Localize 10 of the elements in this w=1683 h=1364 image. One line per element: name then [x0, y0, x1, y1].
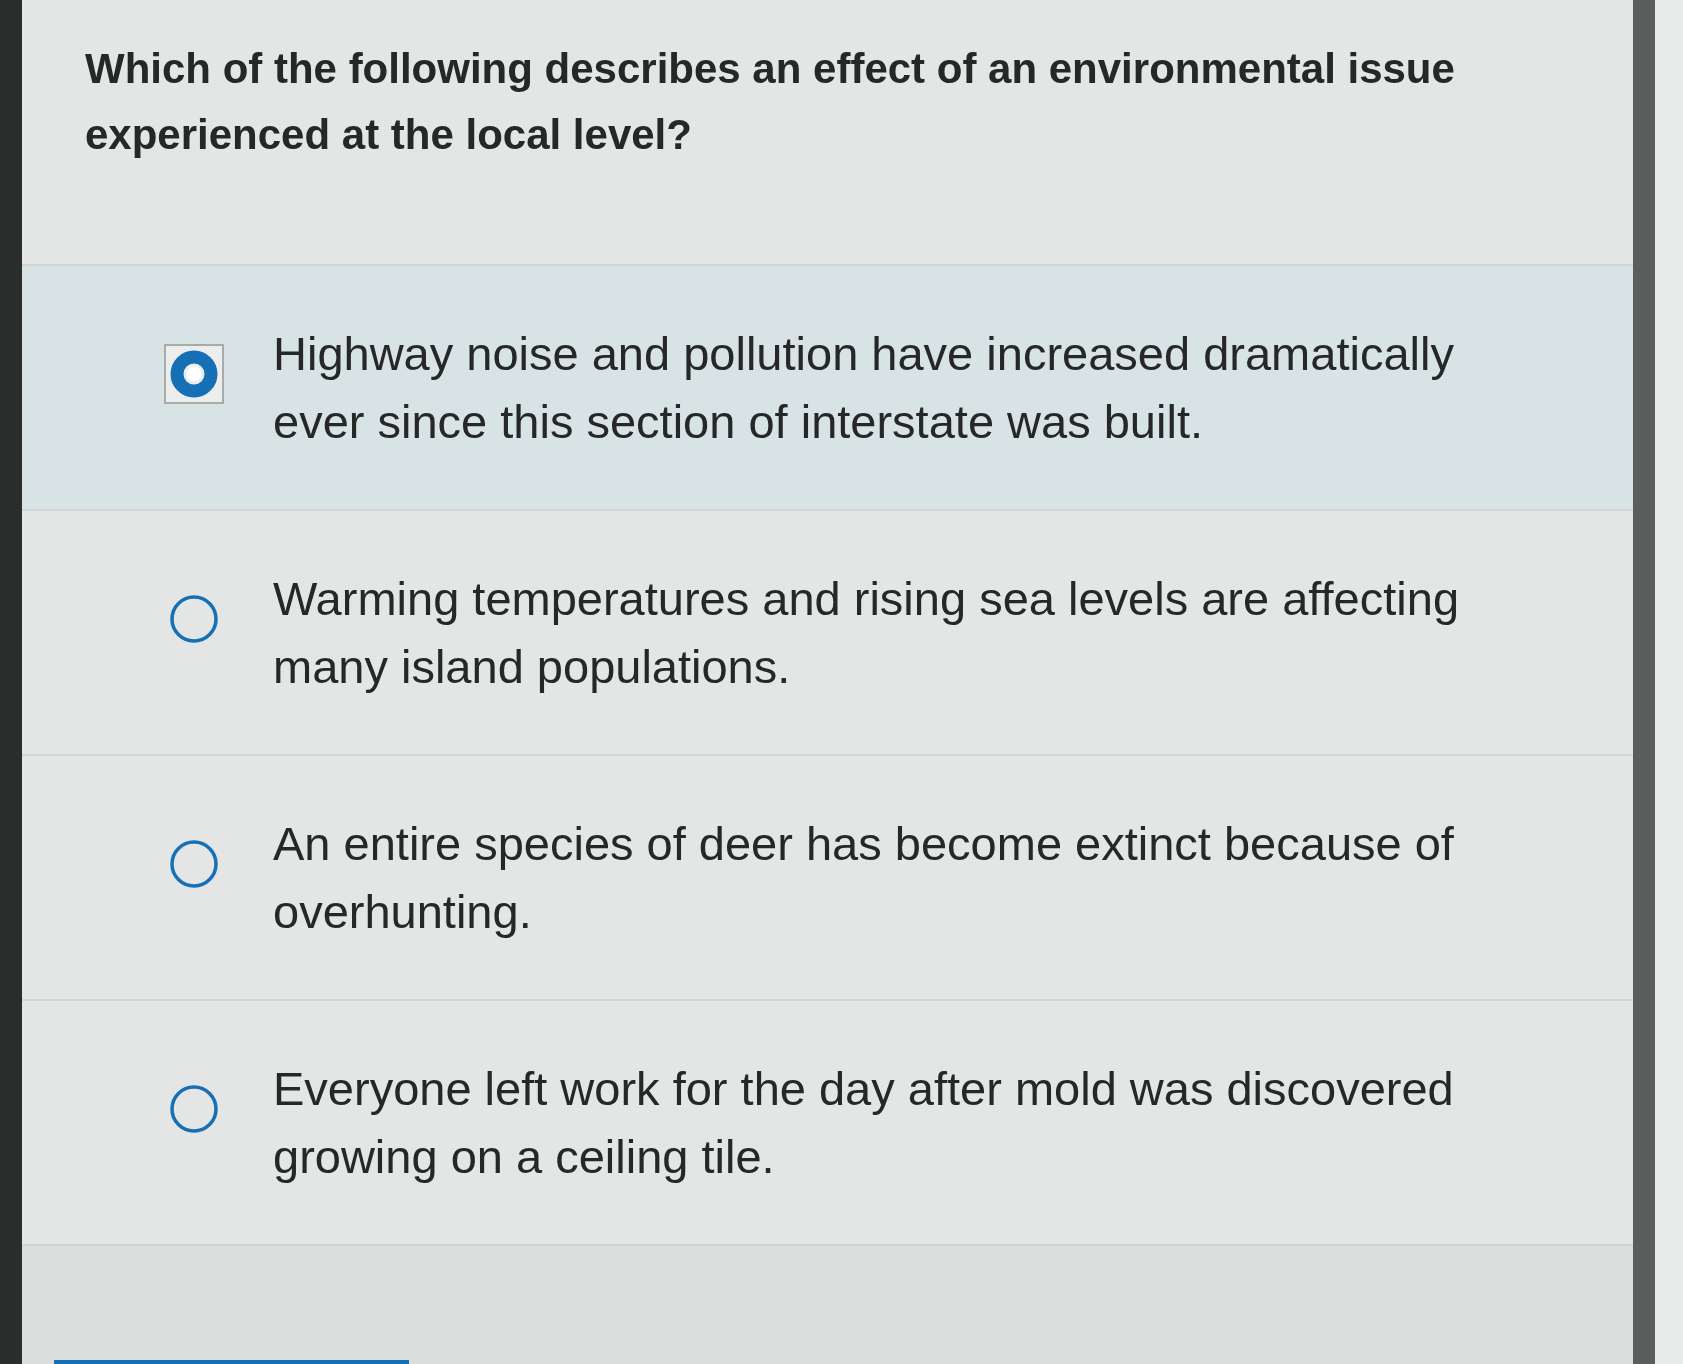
option-text: Highway noise and pollution have increased dramatically ever since this section of interstate was built. — [273, 326, 1455, 450]
option-text: An entire species of deer has become extinct because of overhunting. — [273, 816, 1455, 940]
radio-button[interactable] — [170, 1085, 218, 1133]
radio-button[interactable] — [170, 595, 218, 643]
option-text: Warming temperatures and rising sea levels are affecting many island populations. — [273, 571, 1460, 695]
radio-button[interactable] — [170, 840, 218, 888]
answer-option[interactable]: Highway noise and pollution have increased dramatically ever since this section of interstate was built. — [22, 266, 1633, 511]
question-text: Which of the following describes an effect of an environmental issue experienced at the local level? — [85, 44, 1456, 160]
option-text: Everyone left work for the day after mold was discovered growing on a ceiling tile. — [273, 1061, 1455, 1185]
radio-button[interactable] — [164, 344, 224, 404]
